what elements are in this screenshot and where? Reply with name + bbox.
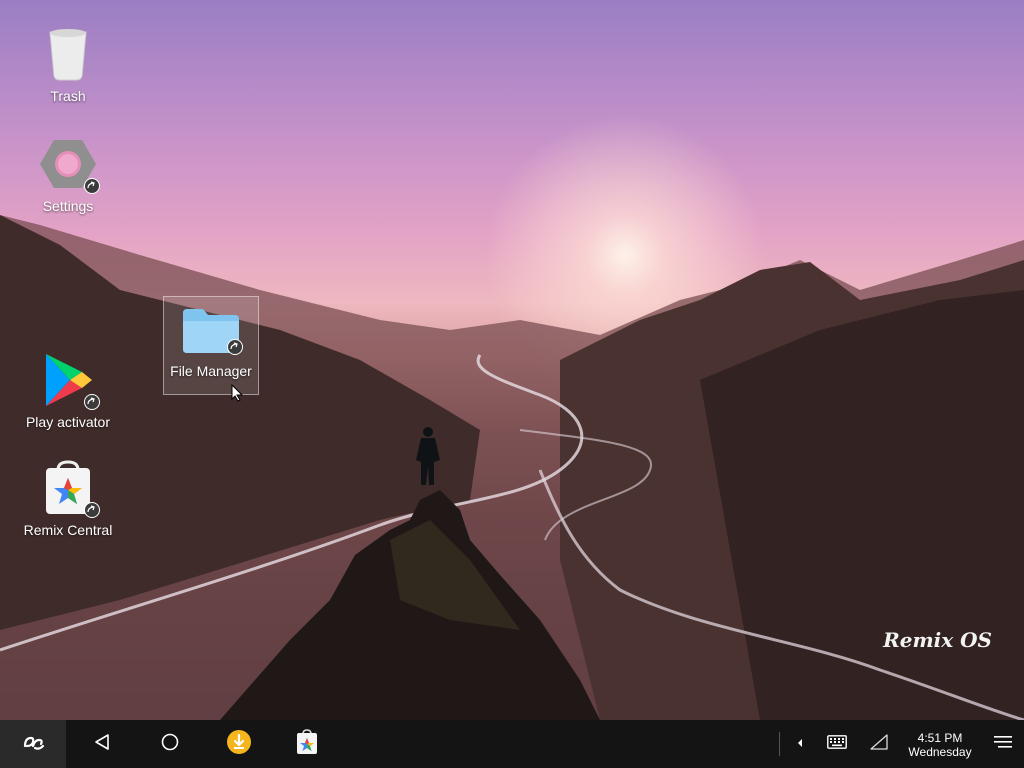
remix-os-watermark: Remix OS	[883, 628, 992, 652]
notifications-button[interactable]	[990, 720, 1016, 768]
remix-central-shortcut[interactable]: Remix Central	[20, 460, 116, 538]
settings-icon	[40, 136, 100, 194]
clock-time: 4:51 PM	[917, 731, 963, 745]
play-activator-shortcut[interactable]: Play activator	[20, 352, 116, 430]
file-manager-label: File Manager	[170, 363, 252, 379]
desktop-wallpaper	[0, 0, 1024, 720]
back-button[interactable]	[88, 720, 116, 768]
play-store-icon	[40, 352, 100, 410]
home-icon	[161, 733, 179, 756]
download-app-icon	[226, 729, 252, 760]
shortcut-badge-icon	[227, 339, 243, 355]
clock-day: Wednesday	[908, 745, 972, 759]
settings-label: Settings	[42, 198, 94, 214]
signal-status[interactable]	[866, 720, 892, 768]
play-activator-label: Play activator	[25, 414, 111, 430]
keyboard-button[interactable]	[824, 720, 850, 768]
remix-central-app-icon	[295, 728, 319, 760]
file-manager-shortcut[interactable]: File Manager	[163, 296, 259, 395]
trash-label: Trash	[50, 88, 86, 104]
notifications-icon	[994, 735, 1012, 754]
shortcut-badge-icon	[84, 502, 100, 518]
back-icon	[93, 733, 111, 756]
taskbar-remix-central-app[interactable]	[292, 720, 322, 768]
remix-logo-icon	[21, 732, 45, 757]
keyboard-icon	[827, 734, 847, 754]
home-button[interactable]	[156, 720, 184, 768]
taskbar-clock[interactable]: 4:51 PM Wednesday	[902, 731, 978, 759]
signal-icon	[870, 733, 888, 755]
settings-shortcut[interactable]: Settings	[20, 136, 116, 214]
shortcut-badge-icon	[84, 394, 100, 410]
trash-shortcut[interactable]: Trash	[20, 26, 116, 104]
tray-expand-icon	[796, 735, 804, 753]
remix-central-label: Remix Central	[23, 522, 113, 538]
trash-icon	[40, 26, 96, 82]
taskbar-divider	[779, 732, 780, 756]
start-menu-button[interactable]	[0, 720, 66, 768]
folder-icon	[183, 307, 243, 363]
mouse-cursor-icon	[231, 383, 244, 407]
shortcut-badge-icon	[84, 178, 100, 194]
remix-central-icon	[40, 460, 100, 518]
taskbar-download-app[interactable]	[224, 720, 254, 768]
tray-expand-button[interactable]	[790, 720, 810, 768]
taskbar	[0, 720, 1024, 768]
